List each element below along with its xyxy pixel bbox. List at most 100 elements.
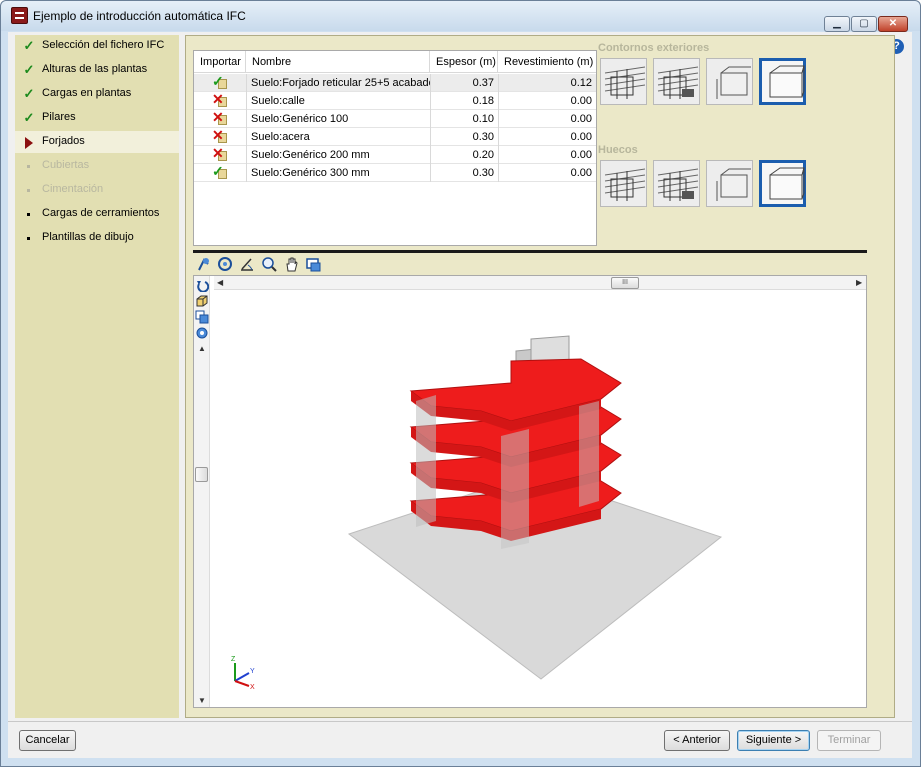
import-no-icon[interactable]: ✕ (212, 128, 230, 145)
bullet-icon (22, 231, 36, 245)
table-row[interactable]: ✕ Suelo:acera 0.30 0.00 (194, 128, 596, 146)
hueco-option-4[interactable] (759, 160, 806, 207)
contorno-option-4[interactable] (759, 58, 806, 105)
import-cell[interactable]: ✕ (194, 110, 246, 128)
import-yes-icon[interactable]: ✓ (212, 164, 230, 181)
rotate-view-icon[interactable] (195, 256, 212, 273)
zoom-extents-icon[interactable] (217, 256, 234, 273)
espesor-cell: 0.30 (430, 164, 498, 182)
import-no-icon[interactable]: ✕ (212, 146, 230, 163)
checkmark-icon: ✓ (23, 110, 35, 125)
hueco-option-3[interactable] (706, 160, 753, 207)
3d-viewer[interactable]: ◀ III ▶ ▲ ▼ Z Y X (193, 275, 867, 708)
contorno-option-1[interactable] (600, 58, 647, 105)
contorno-option-2[interactable] (653, 58, 700, 105)
undo-view-icon[interactable] (195, 278, 209, 292)
measure-icon[interactable] (239, 256, 256, 273)
scroll-down-icon[interactable]: ▼ (198, 696, 206, 705)
next-button[interactable]: Siguiente > (737, 730, 810, 751)
name-cell: Suelo:calle (246, 92, 430, 110)
wizard-step[interactable]: Cimentación (15, 179, 179, 201)
import-no-icon[interactable]: ✕ (212, 110, 230, 127)
name-cell: Suelo:Genérico 300 mm (246, 164, 430, 182)
slab-types-table: Importar Nombre Espesor (m) Revestimient… (193, 50, 597, 246)
wizard-step[interactable]: Cubiertas (15, 155, 179, 177)
zoom-icon[interactable] (261, 256, 278, 273)
app-icon (11, 7, 28, 24)
revestimiento-cell: 0.00 (498, 164, 596, 182)
table-row[interactable]: ✕ Suelo:calle 0.18 0.00 (194, 92, 596, 110)
view-options-icon[interactable] (305, 256, 322, 273)
table-header: Importar Nombre Espesor (m) Revestimient… (194, 51, 596, 73)
import-cell[interactable]: ✓ (194, 164, 246, 182)
settings-gear-icon[interactable] (195, 326, 209, 340)
scroll-up-icon[interactable]: ▲ (198, 344, 206, 353)
contorno-option-3[interactable] (706, 58, 753, 105)
vertical-scroll-thumb[interactable] (195, 467, 208, 482)
dialog-window: Ejemplo de introducción automática IFC ▁… (0, 0, 921, 767)
maximize-button[interactable]: ▢ (851, 16, 877, 32)
hueco-option-1[interactable] (600, 160, 647, 207)
table-row[interactable]: ✓ Suelo:Forjado reticular 25+5 acabado...… (194, 74, 596, 92)
import-cell[interactable]: ✓ (194, 74, 246, 92)
finish-button[interactable]: Terminar (817, 730, 881, 751)
wizard-steps-sidebar: ✓ Selección del fichero IFC ✓ Alturas de la… (15, 35, 179, 718)
scroll-right-icon[interactable]: ▶ (856, 278, 862, 287)
wizard-step-label: Pilares (42, 111, 76, 123)
column-header-nombre[interactable]: Nombre (246, 51, 430, 73)
previous-button[interactable]: < Anterior (664, 730, 730, 751)
horizontal-scrollbar[interactable]: ◀ III ▶ (214, 276, 866, 290)
wizard-step-label: Selección del fichero IFC (42, 39, 165, 51)
wizard-step[interactable]: ✓ Cargas en plantas (15, 83, 179, 105)
building-front-column (501, 429, 529, 549)
scroll-left-icon[interactable]: ◀ (217, 278, 223, 287)
main-panel: Importar Nombre Espesor (m) Revestimient… (185, 35, 895, 718)
revestimiento-cell: 0.12 (498, 74, 596, 92)
table-row[interactable]: ✕ Suelo:Genérico 200 mm 0.20 0.00 (194, 146, 596, 164)
import-cell[interactable]: ✕ (194, 146, 246, 164)
building-3d-model[interactable]: Z Y X (211, 291, 866, 706)
cancel-button[interactable]: Cancelar (19, 730, 76, 751)
horizontal-scroll-thumb[interactable]: III (611, 277, 639, 289)
wizard-step-label: Cargas en plantas (42, 87, 132, 99)
wizard-step[interactable]: Forjados (15, 131, 179, 153)
espesor-cell: 0.10 (430, 110, 498, 128)
name-cell: Suelo:acera (246, 128, 430, 146)
wizard-step[interactable]: ✓ Pilares (15, 107, 179, 129)
bullet-icon (22, 183, 36, 197)
dialog-body: ✓ Selección del fichero IFC ✓ Alturas de la… (8, 32, 912, 758)
pan-hand-icon[interactable] (283, 256, 300, 273)
import-yes-icon[interactable]: ✓ (212, 74, 230, 91)
wizard-step-label: Plantillas de dibujo (42, 231, 134, 243)
import-no-icon[interactable]: ✕ (212, 92, 230, 109)
copy-view-icon[interactable] (195, 310, 209, 324)
import-cell[interactable]: ✕ (194, 128, 246, 146)
wizard-step-label: Cimentación (42, 183, 104, 195)
wizard-step[interactable]: Cargas de cerramientos (15, 203, 179, 225)
column-header-revestimiento[interactable]: Revestimiento (m) (498, 51, 596, 73)
espesor-cell: 0.37 (430, 74, 498, 92)
axis-indicator: Z Y X (231, 656, 255, 691)
cube-view-icon[interactable] (195, 294, 209, 308)
import-cell[interactable]: ✕ (194, 92, 246, 110)
title-bar[interactable]: Ejemplo de introducción automática IFC ▁… (1, 1, 920, 32)
vertical-scrollbar[interactable]: ▲ ▼ (194, 276, 210, 707)
wizard-step[interactable]: ✓ Selección del fichero IFC (15, 35, 179, 57)
bullet-icon (22, 207, 36, 221)
checkmark-icon: ✓ (23, 86, 35, 101)
revestimiento-cell: 0.00 (498, 92, 596, 110)
panel-divider[interactable] (193, 250, 867, 253)
wizard-step[interactable]: ✓ Alturas de las plantas (15, 59, 179, 81)
column-header-espesor[interactable]: Espesor (m) (430, 51, 498, 73)
column-header-importar[interactable]: Importar (194, 51, 246, 73)
table-row[interactable]: ✓ Suelo:Genérico 300 mm 0.30 0.00 (194, 164, 596, 182)
minimize-button[interactable]: ▁ (824, 16, 850, 32)
table-row[interactable]: ✕ Suelo:Genérico 100 0.10 0.00 (194, 110, 596, 128)
wizard-step-label: Cubiertas (42, 159, 90, 171)
wizard-step[interactable]: Plantillas de dibujo (15, 227, 179, 249)
wizard-step-label: Forjados (42, 135, 85, 147)
hueco-option-2[interactable] (653, 160, 700, 207)
close-button[interactable]: ✕ (878, 16, 908, 32)
building-corner-column (416, 395, 436, 527)
bullet-icon (22, 159, 36, 173)
